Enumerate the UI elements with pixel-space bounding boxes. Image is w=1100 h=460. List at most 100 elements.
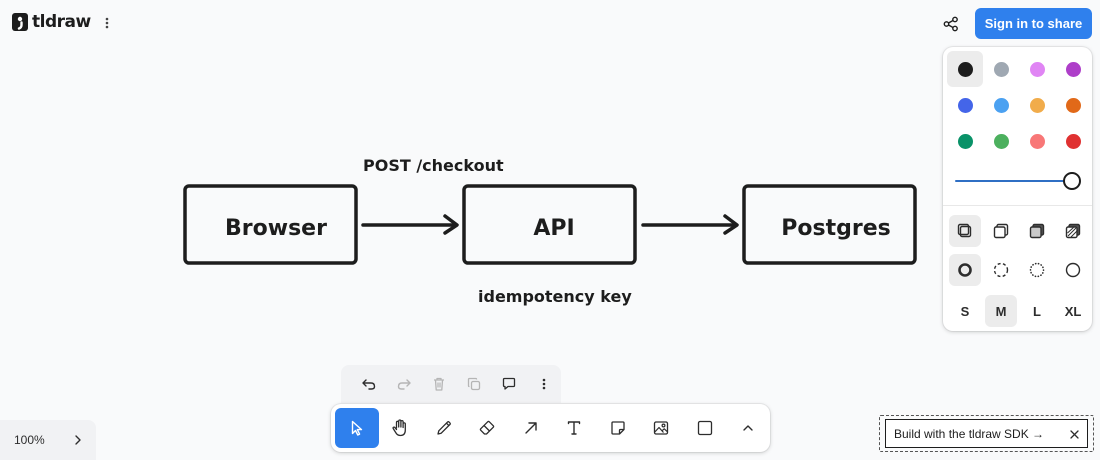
fill-pattern-icon xyxy=(1065,223,1081,239)
shape-browser-label: Browser xyxy=(225,216,327,241)
color-dot-light-red xyxy=(1029,133,1045,149)
color-swatch-light-blue[interactable] xyxy=(983,87,1019,123)
color-swatch-black[interactable] xyxy=(947,51,983,87)
arrow-api-postgres[interactable] xyxy=(641,214,739,235)
color-dot-red xyxy=(1065,133,1081,149)
comment-button[interactable] xyxy=(491,369,526,399)
sdk-banner-link[interactable]: Build with the tldraw SDK → xyxy=(885,419,1088,448)
dash-draw-button[interactable] xyxy=(949,254,981,286)
fill-solid-button[interactable] xyxy=(1021,215,1053,247)
color-swatch-blue[interactable] xyxy=(947,87,983,123)
duplicate-button[interactable] xyxy=(456,369,491,399)
arrow-browser-api[interactable] xyxy=(361,214,459,235)
more-vertical-icon xyxy=(105,17,109,29)
shape-api[interactable]: API xyxy=(462,184,637,265)
trash-icon xyxy=(433,377,444,391)
fill-pattern-button[interactable] xyxy=(1057,215,1089,247)
color-swatch-orange[interactable] xyxy=(1055,87,1091,123)
sdk-banner-label[interactable]: Build with the tldraw SDK → xyxy=(886,427,1044,441)
style-panel: S M L XL xyxy=(943,47,1092,331)
tool-arrow-button[interactable] xyxy=(509,408,553,448)
opacity-slider-track[interactable] xyxy=(955,180,1073,182)
sign-in-to-share-button[interactable]: Sign in to share xyxy=(975,8,1092,39)
redo-button[interactable] xyxy=(386,369,421,399)
zoom-menu[interactable]: 100% xyxy=(0,420,96,460)
dash-dotted-button[interactable] xyxy=(1021,254,1053,286)
eraser-icon xyxy=(480,420,495,435)
undo-button[interactable] xyxy=(351,369,386,399)
color-dot-light-green xyxy=(993,133,1009,149)
tool-text-button[interactable] xyxy=(553,408,597,448)
image-icon xyxy=(654,421,669,435)
share-icon xyxy=(943,16,958,32)
shape-api-label: API xyxy=(533,216,574,241)
share-button[interactable] xyxy=(938,12,964,36)
main-toolbar xyxy=(331,404,770,452)
color-dot-grey xyxy=(993,61,1009,77)
color-dot-light-violet xyxy=(1029,61,1045,77)
color-dot-light-blue xyxy=(993,97,1009,113)
more-actions-button[interactable] xyxy=(526,369,561,399)
sticky-note-icon xyxy=(611,421,625,435)
dash-dashed-button[interactable] xyxy=(985,254,1017,286)
tldraw-logo[interactable]: tldraw xyxy=(12,12,91,32)
size-s-button[interactable]: S xyxy=(949,295,981,327)
label-post-checkout[interactable]: POST /checkout xyxy=(363,156,504,175)
quick-actions-bar xyxy=(341,365,561,403)
dash-solid-button[interactable] xyxy=(1057,254,1089,286)
fill-none-icon xyxy=(957,223,972,238)
cursor-icon xyxy=(351,420,362,436)
dash-dashed-icon xyxy=(993,262,1009,278)
zoom-level[interactable]: 100% xyxy=(14,433,45,447)
fill-semi-button[interactable] xyxy=(985,215,1017,247)
tool-eraser-button[interactable] xyxy=(466,408,510,448)
tool-note-button[interactable] xyxy=(596,408,640,448)
opacity-slider-thumb[interactable] xyxy=(1063,172,1081,190)
main-menu-button[interactable] xyxy=(96,12,118,34)
fill-none-button[interactable] xyxy=(949,215,981,247)
shape-postgres[interactable]: Postgres xyxy=(742,184,917,265)
sdk-banner: Build with the tldraw SDK → xyxy=(879,415,1094,452)
color-dot-black xyxy=(957,61,973,77)
duplicate-icon xyxy=(467,377,480,391)
fill-style-row xyxy=(947,215,1088,247)
color-swatch-light-violet[interactable] xyxy=(1019,51,1055,87)
color-dot-violet xyxy=(1065,61,1081,77)
tldraw-logo-icon xyxy=(12,13,28,31)
tool-rectangle-button[interactable] xyxy=(683,408,727,448)
size-xl-button[interactable]: XL xyxy=(1057,295,1089,327)
delete-button[interactable] xyxy=(421,369,456,399)
close-icon xyxy=(1069,429,1079,439)
tool-more-button[interactable] xyxy=(727,408,771,448)
color-swatch-violet[interactable] xyxy=(1055,51,1091,87)
dash-dotted-icon xyxy=(1029,262,1045,278)
color-swatch-light-red[interactable] xyxy=(1019,123,1055,159)
size-m-button[interactable]: M xyxy=(985,295,1017,327)
pencil-icon xyxy=(437,421,451,435)
shape-browser[interactable]: Browser xyxy=(183,184,358,265)
label-idempotency-key[interactable]: idempotency key xyxy=(478,287,632,306)
chevron-right-icon[interactable] xyxy=(70,432,86,448)
size-l-button[interactable]: L xyxy=(1021,295,1053,327)
tool-select-button[interactable] xyxy=(335,408,379,448)
color-swatch-green[interactable] xyxy=(947,123,983,159)
opacity-slider[interactable] xyxy=(955,171,1081,191)
dash-style-row xyxy=(947,254,1088,286)
dash-solid-icon xyxy=(1065,262,1081,278)
undo-icon xyxy=(361,379,375,390)
speech-bubble-icon xyxy=(502,377,515,390)
shape-postgres-label: Postgres xyxy=(781,216,890,241)
color-swatches xyxy=(947,51,1088,159)
tldraw-app: Browser API Postgres POST /checkout idem… xyxy=(0,0,1100,460)
color-swatch-yellow[interactable] xyxy=(1019,87,1055,123)
color-swatch-grey[interactable] xyxy=(983,51,1019,87)
color-swatch-red[interactable] xyxy=(1055,123,1091,159)
tool-draw-button[interactable] xyxy=(422,408,466,448)
fill-semi-icon xyxy=(993,223,1009,239)
sdk-banner-close-button[interactable] xyxy=(1067,427,1081,441)
arrow-icon xyxy=(525,422,537,434)
color-dot-green xyxy=(957,133,973,149)
tool-asset-button[interactable] xyxy=(640,408,684,448)
tool-hand-button[interactable] xyxy=(379,408,423,448)
color-swatch-light-green[interactable] xyxy=(983,123,1019,159)
